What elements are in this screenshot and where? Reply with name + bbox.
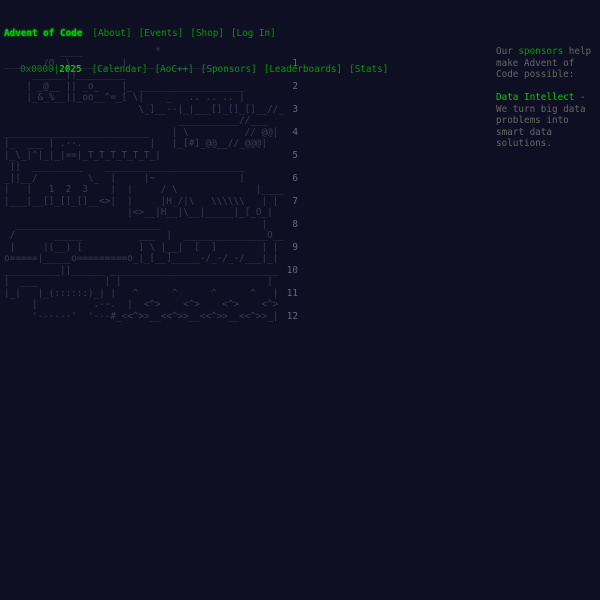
- nav-events-link[interactable]: [Events]: [139, 28, 184, 39]
- calendar-art-row: ___________//___: [4, 115, 298, 127]
- calendar-day-5[interactable]: |_\_|^|_|_|==|_T_T_T_T_T_T_| 5: [4, 150, 298, 162]
- page: Advent of Code [About] [Events] [Shop] [Log …: [0, 0, 600, 600]
- calendar-art: |___|__[]_[]_[]__<>| | |H_/|\ \\\\\\ | |…: [4, 195, 284, 207]
- nav-login-link[interactable]: [Log In]: [231, 28, 276, 39]
- calendar-day-number: 7: [292, 195, 298, 207]
- calendar-art: | ___ | | |: [4, 276, 273, 287]
- calendar-day-7[interactable]: |___|__[]_[]_[]__<>| | |H_/|\ \\\\\\ | |…: [4, 196, 298, 208]
- calendar-art: / _____ ___ | _______________O__: [4, 230, 284, 241]
- calendar-art: __________________________ | \ // @@|: [4, 126, 279, 138]
- calendar-art-row: ____ *: [4, 46, 298, 58]
- calendar-day-11[interactable]: |_| |_(::::::)_| | ^ ^ ^ ^ | 11: [4, 288, 298, 300]
- calendar-day-10[interactable]: __________||______ _____________________…: [4, 265, 298, 277]
- calendar-day-3[interactable]: \_]__--|_|___[]_[]_[]__//_| 3: [4, 104, 298, 116]
- sponsor-sidebar: Our sponsors help make Advent of Code po…: [496, 46, 596, 161]
- nav-shop-link[interactable]: [Shop]: [190, 28, 224, 39]
- calendar-art: '------' '---#_<<^>>__<<^>>__<<^>>__<<^>…: [4, 310, 279, 322]
- calendar-art: _______/O__\_________|__________________…: [4, 57, 240, 69]
- header-row-1: Advent of Code [About] [Events] [Shop] [Log …: [4, 28, 395, 40]
- calendar-day-number: 11: [286, 287, 298, 299]
- calendar-art-row: / _____ ___ | _______________O__: [4, 230, 298, 242]
- calendar-art-row: | | 1 2 3 | | / \ |____: [4, 184, 298, 196]
- calendar-art: ______||_________: [4, 69, 240, 80]
- calendar-day-number: 2: [292, 80, 298, 92]
- calendar: ____ * _______/O__\_________|___________…: [4, 46, 298, 322]
- calendar-art: ____ *: [4, 46, 256, 57]
- calendar-art: \_]__--|_|___[]_[]_[]__//_|: [4, 103, 284, 115]
- calendar-day-4[interactable]: __________________________ | \ // @@| 4: [4, 127, 298, 139]
- calendar-day-2[interactable]: | _@__ || _o_ |_ ___________________ 2: [4, 81, 298, 93]
- calendar-art: ___________//___: [4, 115, 268, 126]
- calendar-day-6[interactable]: _||__/ \_ | |~ | 6: [4, 173, 298, 185]
- calendar-day-12[interactable]: '------' '---#_<<^>>__<<^>>__<<^>>__<<^>…: [4, 311, 298, 323]
- calendar-art: __________||______ _____________________…: [4, 264, 279, 276]
- calendar-art-row: |_&_%__||_oo__^=_[ \| _ .. .. .. |: [4, 92, 298, 104]
- calendar-art: | |(__) [ ] \ |__| [ ] | |: [4, 241, 279, 253]
- calendar-day-number: 9: [292, 241, 298, 253]
- calendar-art-row: || _________ _________________________: [4, 161, 298, 173]
- calendar-art: |_\_|^|_|_|==|_T_T_T_T_T_T_|: [4, 149, 273, 161]
- sponsor-intro: Our sponsors help make Advent of Code po…: [496, 46, 596, 81]
- sponsor-intro-before: Our: [496, 46, 519, 57]
- calendar-day-number: 6: [292, 172, 298, 184]
- calendar-art-row: | ___ | | |: [4, 276, 298, 288]
- calendar-art: | _@__ || _o_ |_ ___________________: [4, 80, 245, 92]
- calendar-art-row: ______||_________: [4, 69, 298, 81]
- calendar-art: __________________________ |: [4, 218, 268, 230]
- calendar-art: |<>__|H__|\__|_____|_[_O_|: [4, 207, 273, 218]
- calendar-art: | | 1 2 3 | | / \ |____: [4, 184, 284, 195]
- calendar-art: o=====|_____o=========o_|_[__]_____-/_-/…: [4, 253, 279, 264]
- calendar-art: |_&_%__||_oo__^=_[ \| _ .. .. .. |: [4, 92, 245, 103]
- calendar-day-number: 1: [292, 57, 298, 69]
- calendar-art-row: | .--. | <^> <^> <^> <^> |: [4, 299, 298, 311]
- calendar-art: || _________ _________________________: [4, 161, 262, 172]
- calendar-art-row: |_ ___ | .--. | |_[#]_@@__//_@@@|: [4, 138, 298, 150]
- nav-stats-link[interactable]: [Stats]: [349, 64, 388, 75]
- calendar-day-8[interactable]: __________________________ | 8: [4, 219, 298, 231]
- calendar-day-number: 8: [292, 218, 298, 230]
- nav-about-link[interactable]: [About]: [92, 28, 131, 39]
- calendar-day-number: 3: [292, 103, 298, 115]
- calendar-art: |_| |_(::::::)_| | ^ ^ ^ ^ |: [4, 287, 279, 299]
- nav-main: [About] [Events] [Shop] [Log In]: [92, 28, 282, 39]
- calendar-art: |_ ___ | .--. | |_[#]_@@__//_@@@|: [4, 138, 268, 149]
- calendar-day-number: 10: [286, 264, 298, 276]
- calendar-day-9[interactable]: | |(__) [ ] \ |__| [ ] | | 9: [4, 242, 298, 254]
- sponsors-link[interactable]: sponsors: [518, 46, 563, 57]
- calendar-day-number: 4: [292, 126, 298, 138]
- site-title-link[interactable]: Advent of Code: [4, 28, 82, 39]
- calendar-day-1[interactable]: _______/O__\_________|__________________…: [4, 58, 298, 70]
- calendar-art-row: |<>__|H__|\__|_____|_[_O_|: [4, 207, 298, 219]
- sponsor-link[interactable]: Data Intellect: [496, 92, 574, 103]
- calendar-day-number: 12: [286, 310, 298, 322]
- calendar-art-row: o=====|_____o=========o_|_[__]_____-/_-/…: [4, 253, 298, 265]
- sponsor-entry: Data Intellect - We turn big data proble…: [496, 92, 596, 150]
- calendar-art: _||__/ \_ | |~ |: [4, 172, 262, 184]
- calendar-day-number: 5: [292, 149, 298, 161]
- calendar-art: | .--. | <^> <^> <^> <^> |: [4, 299, 284, 310]
